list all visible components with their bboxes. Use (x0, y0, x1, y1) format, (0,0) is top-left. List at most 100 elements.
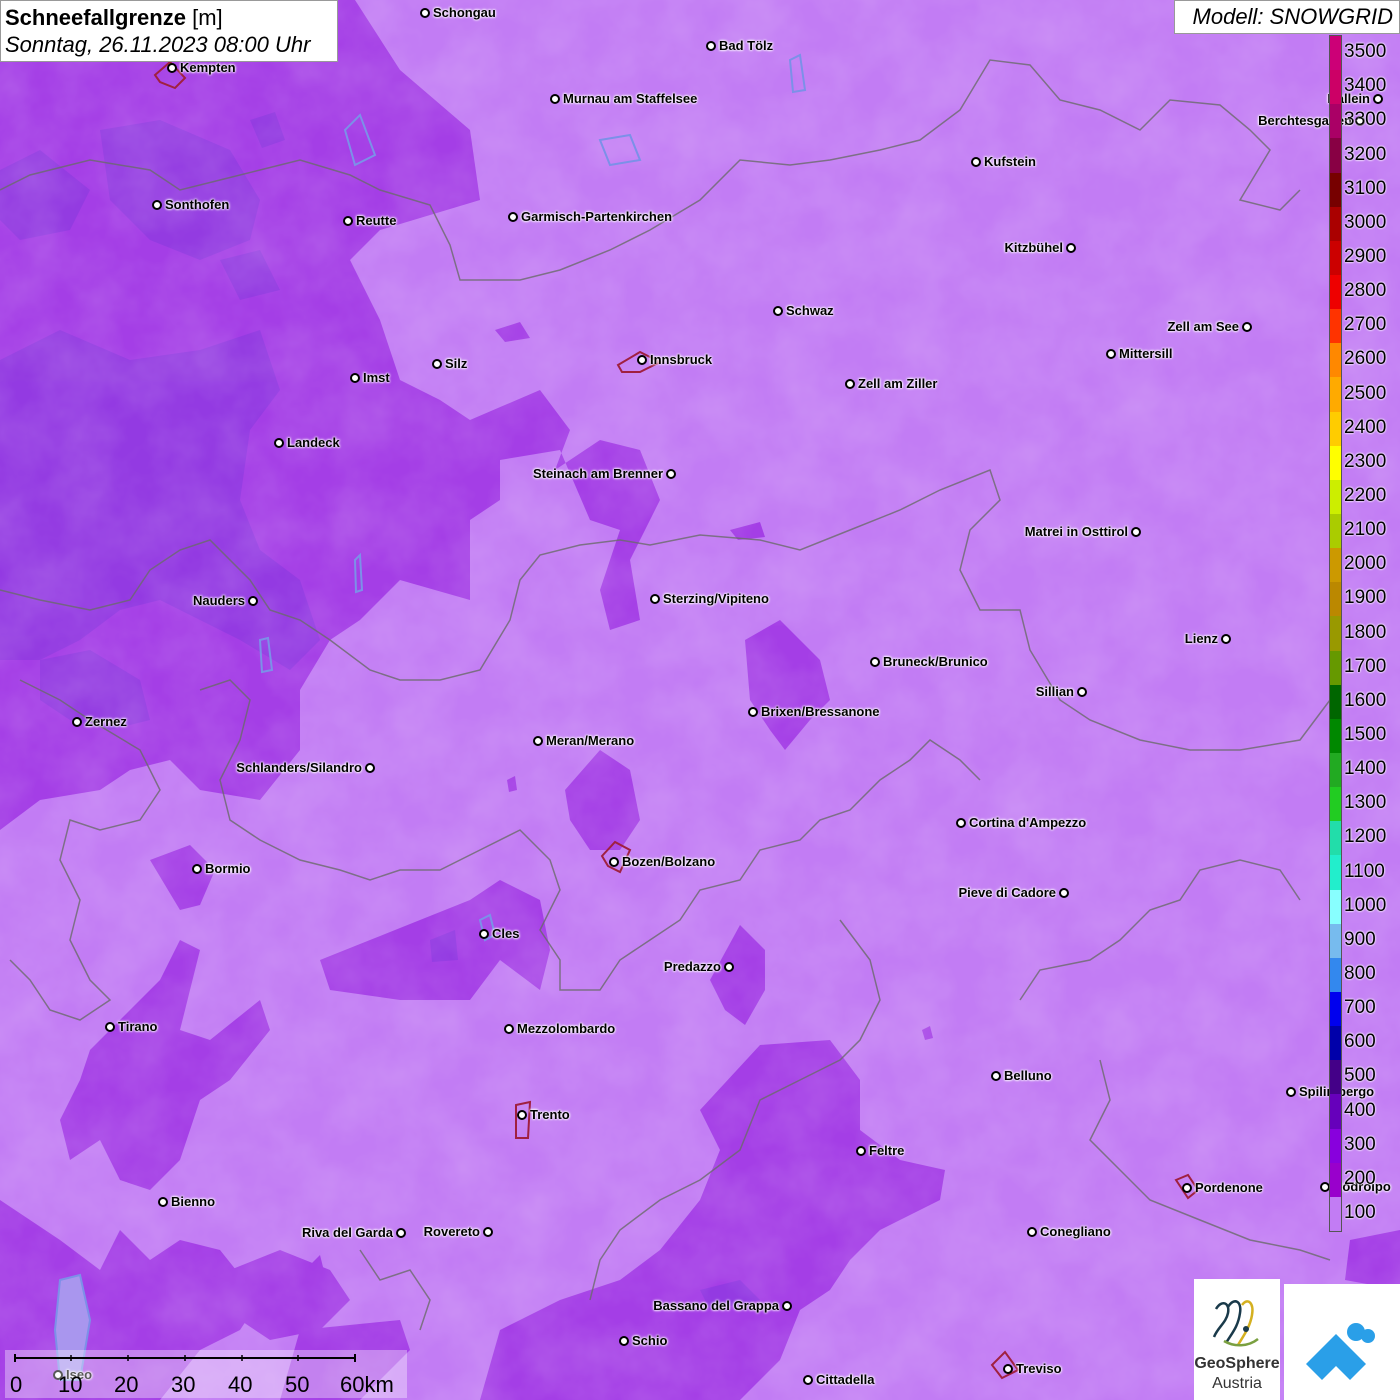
city-label: Schlanders/Silandro (236, 760, 362, 775)
legend-value-label: 1100 (1344, 860, 1385, 882)
legend-color-swatch (1330, 514, 1341, 549)
city-label: Belluno (1004, 1068, 1052, 1083)
city-label: Sterzing/Vipiteno (663, 591, 769, 606)
city-label: Trento (530, 1107, 570, 1122)
city-marker-icon (666, 469, 676, 479)
legend-color-swatch (1330, 1060, 1341, 1095)
legend-color-swatch (1330, 104, 1341, 139)
legend-value-label: 2900 (1344, 245, 1387, 267)
app-logo (1284, 1284, 1400, 1400)
city-label: Bad Tölz (719, 38, 774, 53)
legend-value-label: 100 (1344, 1201, 1376, 1223)
legend-color-swatch (1330, 923, 1341, 959)
city-marker-icon (533, 736, 543, 746)
city-marker-icon (1221, 634, 1231, 644)
city-label: Zell am See (1167, 319, 1239, 334)
model-label: Modell: SNOWGRID (1174, 0, 1400, 34)
city-label: Schongau (433, 5, 496, 20)
city-label: Predazzo (663, 959, 721, 974)
legend-color-swatch (1330, 70, 1341, 105)
legend-color-swatch (1330, 411, 1341, 447)
city-label: Nauders (192, 593, 245, 608)
legend-value-label: 700 (1344, 997, 1376, 1019)
city-marker-icon (782, 1301, 792, 1311)
city-label: Zell am Ziller (858, 376, 938, 391)
city-marker-icon (1059, 888, 1069, 898)
legend-value-label: 1700 (1344, 655, 1387, 677)
city-label: Zernez (85, 714, 127, 729)
city-marker-icon (1131, 527, 1141, 537)
legend-color-swatch (1330, 548, 1341, 583)
city-marker-icon (991, 1071, 1001, 1081)
city-marker-icon (845, 379, 855, 389)
legend-color-swatch (1330, 1128, 1341, 1164)
legend-value-label: 3300 (1344, 109, 1387, 131)
city-marker-icon (350, 373, 360, 383)
city-label: Schwaz (786, 303, 834, 318)
city-label: Kitzbühel (1004, 240, 1064, 255)
legend-value-label: 1800 (1344, 621, 1387, 643)
legend-value-label: 2300 (1344, 450, 1387, 472)
city-label: Kempten (180, 60, 236, 75)
city-label: Riva del Garda (301, 1225, 393, 1240)
city-marker-icon (479, 929, 489, 939)
legend-value-label: 1300 (1344, 792, 1387, 814)
city-label: Sillian (1035, 684, 1074, 699)
city-marker-icon (396, 1228, 406, 1238)
legend-color-swatch (1330, 1026, 1341, 1061)
city-label: Bruneck/Brunico (883, 654, 988, 669)
city-label: Mezzolombardo (517, 1021, 616, 1036)
city-marker-icon (192, 864, 202, 874)
city-label: Sonthofen (165, 197, 230, 212)
city-marker-icon (158, 1197, 168, 1207)
legend-value-label: 1400 (1344, 758, 1387, 780)
legend-color-swatch (1330, 616, 1341, 652)
legend-value-label: 3500 (1344, 41, 1387, 63)
city-marker-icon (420, 8, 430, 18)
geosphere-emblem-icon (1212, 1300, 1259, 1347)
title-unit: [m] (192, 5, 223, 30)
city-marker-icon (550, 94, 560, 104)
legend-color-swatch (1330, 582, 1341, 617)
city-marker-icon (483, 1227, 493, 1237)
scale-tick-label: 20 (114, 1372, 139, 1397)
city-label: Imst (363, 370, 390, 385)
legend-value-label: 2600 (1344, 348, 1387, 370)
legend-value-label: 1600 (1344, 689, 1387, 711)
legend-colorbar (1329, 35, 1342, 1232)
map-stage: Schneefallgrenze [m] Sonntag, 26.11.2023… (0, 0, 1400, 1400)
scale-tick-label: 50 (285, 1372, 310, 1397)
legend-color-swatch (1330, 855, 1341, 891)
legend-color-swatch (1330, 1094, 1341, 1130)
city-marker-icon (1077, 687, 1087, 697)
legend-value-label: 800 (1344, 962, 1376, 984)
city-marker-icon (508, 212, 518, 222)
city-marker-icon (971, 157, 981, 167)
city-label: Cittadella (816, 1372, 875, 1387)
city-marker-icon (167, 63, 177, 73)
city-label: Rovereto (423, 1224, 480, 1239)
city-marker-icon (1003, 1364, 1013, 1374)
legend-value-label: 1900 (1344, 587, 1387, 609)
city-label: Schio (632, 1333, 668, 1348)
city-marker-icon (870, 657, 880, 667)
city-marker-icon (1066, 243, 1076, 253)
city-marker-icon (1182, 1183, 1192, 1193)
city-marker-icon (956, 818, 966, 828)
scale-tick-label: 30 (171, 1372, 196, 1397)
legend-value-label: 3000 (1344, 211, 1387, 233)
city-marker-icon (724, 962, 734, 972)
legend-value-label: 200 (1344, 1167, 1376, 1189)
legend-color-swatch (1330, 479, 1341, 515)
city-label: Murnau am Staffelsee (563, 91, 698, 106)
legend-value-label: 3400 (1344, 75, 1387, 97)
city-label: Tirano (118, 1019, 158, 1034)
scale-tick-label: 10 (58, 1372, 83, 1397)
legend-color-swatch (1330, 821, 1341, 856)
mountain-cloud-icon (1306, 1323, 1375, 1380)
city-label: Garmisch-Partenkirchen (521, 209, 673, 224)
legend-value-label: 2200 (1344, 484, 1387, 506)
legend-value-label: 3200 (1344, 143, 1387, 165)
map-timestamp: Sonntag, 26.11.2023 08:00 Uhr (5, 32, 311, 57)
city-label: Pordenone (1195, 1180, 1263, 1195)
